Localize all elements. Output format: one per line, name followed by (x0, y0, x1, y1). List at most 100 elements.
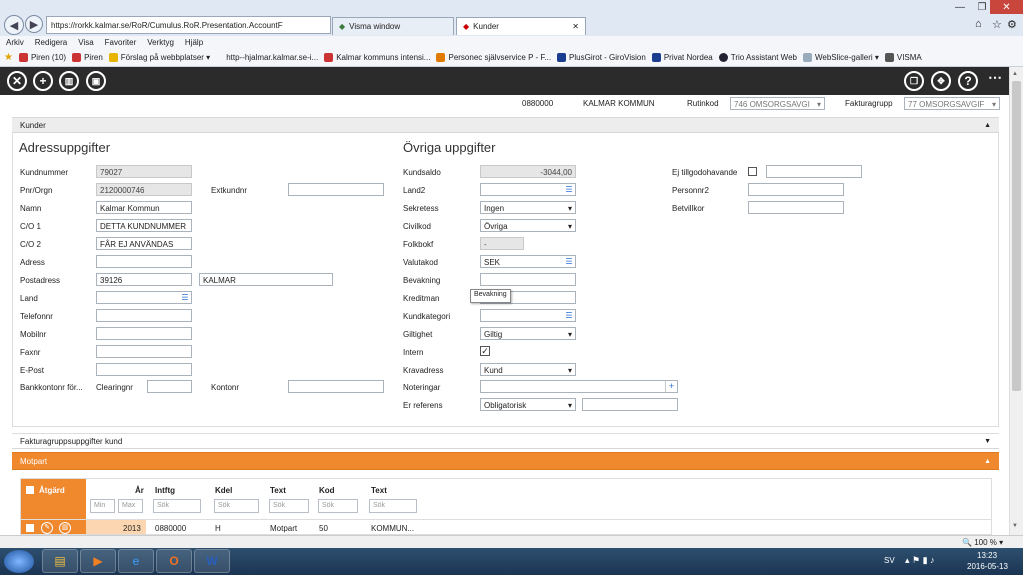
menu-item-arkiv[interactable]: Arkiv (6, 38, 24, 47)
col-intftg[interactable]: Intftg (155, 486, 175, 495)
text2-filter[interactable]: Sök (369, 499, 417, 513)
close-icon[interactable]: ✕ (7, 71, 27, 91)
list-icon[interactable]: ☰ (564, 257, 574, 266)
edit-icon[interactable]: ✎ (41, 522, 53, 534)
adress-field[interactable] (96, 255, 192, 268)
valutakod-field[interactable]: SEK ☰ (480, 255, 576, 268)
list-icon[interactable]: ☰ (564, 185, 574, 194)
kod-filter[interactable]: Sök (318, 499, 358, 513)
kontonr-field[interactable] (288, 380, 384, 393)
fav-link[interactable]: Personec självservice P - F... (436, 53, 551, 62)
land2-field[interactable]: ☰ (480, 183, 576, 196)
giltighet-select[interactable]: Giltig (480, 327, 576, 340)
list-icon[interactable]: ☰ (180, 293, 190, 302)
language-indicator[interactable]: SV (884, 556, 895, 565)
collapse-down-icon[interactable]: ▼ (984, 438, 991, 445)
tab-visma-window[interactable]: ◆ Visma window (332, 17, 454, 35)
help-icon[interactable]: ? (958, 71, 978, 91)
list-icon[interactable]: ☰ (564, 311, 574, 320)
motpart-panel-header[interactable]: Motpart ▲ (12, 452, 999, 470)
internet-explorer-icon[interactable]: e (118, 549, 154, 573)
land-field[interactable]: ☰ (96, 291, 192, 304)
select-all-checkbox[interactable] (26, 486, 34, 494)
fav-link[interactable]: http--hjalmar.kalmar.se-i... (226, 53, 318, 62)
postnr-field[interactable]: 39126 (96, 273, 192, 286)
namn-field[interactable]: Kalmar Kommun (96, 201, 192, 214)
add-note-icon[interactable]: + (665, 381, 677, 392)
navigate-icon[interactable]: ✥ (931, 71, 951, 91)
menu-item-redigera[interactable]: Redigera (35, 38, 67, 47)
forward-icon[interactable]: ▶ (25, 15, 43, 33)
intern-checkbox[interactable]: ✓ (480, 346, 490, 356)
fav-link[interactable]: Förslag på webbplatser ▾ (108, 53, 210, 62)
ej-tillgodo-field[interactable] (766, 165, 862, 178)
fav-link[interactable]: VISMA (884, 53, 922, 62)
fav-link[interactable]: WebSlice-galleri ▾ (802, 53, 879, 62)
ar-max-filter[interactable]: Max (118, 499, 143, 513)
col-text[interactable]: Text (270, 486, 286, 495)
copy-icon[interactable]: ❐ (904, 71, 924, 91)
favorites-star-icon[interactable]: ★ (4, 52, 13, 63)
extkundnr-field[interactable] (288, 183, 384, 196)
fav-link[interactable]: Piren (10) (18, 53, 66, 62)
fax-field[interactable] (96, 345, 192, 358)
outlook-icon[interactable]: O (156, 549, 192, 573)
personnr2-field[interactable] (748, 183, 844, 196)
scroll-down-icon[interactable]: ▼ (1012, 523, 1018, 529)
scroll-up-icon[interactable]: ▲ (1012, 71, 1018, 77)
scrollbar-thumb[interactable] (1012, 81, 1021, 391)
delete-icon[interactable]: ▥ (59, 522, 71, 534)
menu-item-hjalp[interactable]: Hjälp (185, 38, 203, 47)
delete-icon[interactable]: ▥ (59, 71, 79, 91)
close-window-icon[interactable]: ✕ (990, 0, 1023, 14)
fav-link[interactable]: Kalmar kommuns intensi... (324, 53, 430, 62)
fav-link[interactable]: Trio Assistant Web (718, 53, 797, 62)
explorer-icon[interactable]: ▤ (42, 549, 78, 573)
zoom-level[interactable]: 🔍 100 % ▾ (962, 538, 1003, 547)
telefon-field[interactable] (96, 309, 192, 322)
menu-item-favoriter[interactable]: Favoriter (105, 38, 137, 47)
betvillkor-field[interactable] (748, 201, 844, 214)
clearing-field[interactable] (147, 380, 192, 393)
col-kdel[interactable]: Kdel (215, 486, 232, 495)
mobil-field[interactable] (96, 327, 192, 340)
sekretess-select[interactable]: Ingen (480, 201, 576, 214)
word-icon[interactable]: W (194, 549, 230, 573)
row-checkbox[interactable] (26, 524, 34, 532)
back-icon[interactable]: ◀ (4, 15, 24, 35)
er-referens-text-field[interactable] (582, 398, 678, 411)
ar-min-filter[interactable]: Min (90, 499, 115, 513)
fakturagrupp-select[interactable]: 77 OMSORGSAVGIF (904, 97, 1000, 110)
kdel-filter[interactable]: Sök (214, 499, 259, 513)
kunder-panel-header[interactable]: Kunder ▲ (12, 117, 999, 133)
col-kod[interactable]: Kod (319, 486, 335, 495)
page-scrollbar[interactable]: ▲ ▼ (1009, 67, 1023, 535)
intftg-filter[interactable]: Sök (153, 499, 201, 513)
rutinkod-select[interactable]: 746 OMSORGSAVGI (730, 97, 825, 110)
tray-icons[interactable]: ▴ ⚑ ▮ ♪ (905, 555, 935, 566)
kravadress-select[interactable]: Kund (480, 363, 576, 376)
er-referens-select[interactable]: Obligatorisk (480, 398, 576, 411)
fav-link[interactable]: Privat Nordea (651, 53, 713, 62)
more-icon[interactable]: ⋯ (988, 69, 1002, 86)
col-ar[interactable]: År (135, 486, 144, 495)
civilkod-select[interactable]: Övriga (480, 219, 576, 232)
favorites-star-icon[interactable]: ☆ (992, 18, 1002, 31)
noteringar-field[interactable] (480, 380, 678, 393)
settings-gear-icon[interactable]: ⚙ (1007, 18, 1017, 31)
menu-item-verktyg[interactable]: Verktyg (147, 38, 174, 47)
address-bar[interactable]: https://rorkk.kalmar.se/RoR/Cumulus.RoR.… (46, 16, 331, 34)
table-row[interactable]: ✎ ▥ 2013 0880000 H Motpart 50 KOMMUN... (21, 519, 991, 534)
fav-link[interactable]: Piren (72, 53, 103, 62)
collapse-up-icon[interactable]: ▲ (984, 122, 991, 129)
co2-field[interactable]: FÅR EJ ANVÄNDAS (96, 237, 192, 250)
col-text2[interactable]: Text (371, 486, 387, 495)
start-button-icon[interactable] (4, 550, 34, 573)
ej-tillgodo-checkbox[interactable] (748, 167, 757, 176)
co1-field[interactable]: DETTA KUNDNUMMER (96, 219, 192, 232)
collapse-up-icon[interactable]: ▲ (984, 458, 991, 465)
save-icon[interactable]: ▣ (86, 71, 106, 91)
text-filter[interactable]: Sök (269, 499, 309, 513)
kundkategori-field[interactable]: ☰ (480, 309, 576, 322)
epost-field[interactable] (96, 363, 192, 376)
